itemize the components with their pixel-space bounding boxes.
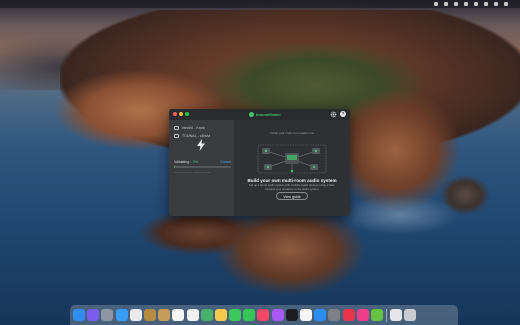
reminders-icon[interactable]	[186, 309, 199, 321]
window-titlebar[interactable]: boomeflower ?	[169, 109, 350, 120]
facetime-icon[interactable]	[243, 309, 256, 321]
brand-name: boomeflower	[256, 112, 281, 117]
dock-separator	[386, 308, 387, 322]
dock	[70, 305, 458, 325]
onboarding-panel: Install your multi-room audio now Build …	[234, 120, 350, 216]
tv-icon[interactable]	[285, 309, 298, 321]
launchpad-icon[interactable]	[101, 309, 114, 321]
zoom-window-button[interactable]	[185, 112, 189, 116]
close-window-button[interactable]	[173, 112, 177, 116]
appstore-icon[interactable]	[314, 309, 327, 321]
gear-icon[interactable]	[330, 111, 337, 118]
app-window: boomeflower ? electrX - Knob TOUNA1 - c4…	[169, 109, 350, 216]
search-icon[interactable]	[494, 2, 498, 6]
app-brand: boomeflower	[249, 112, 281, 117]
lightning-bolt-icon	[197, 139, 205, 151]
photos-icon[interactable]	[214, 309, 227, 321]
app-red-icon[interactable]	[342, 309, 355, 321]
app-pink-icon[interactable]	[356, 309, 369, 321]
news-icon[interactable]	[300, 309, 312, 321]
onboarding-description: Set up a home audio system with multiple…	[248, 183, 336, 191]
trash-icon[interactable]	[404, 309, 417, 321]
help-button[interactable]: ?	[340, 111, 346, 117]
contacts-icon[interactable]	[158, 309, 171, 321]
menu-bar	[0, 0, 520, 8]
siri-icon[interactable]	[87, 309, 100, 321]
brand-logo-icon	[249, 112, 254, 117]
device-label: electrX - Knob	[182, 126, 205, 130]
app-green-cube-icon[interactable]	[370, 309, 383, 321]
podcasts-icon[interactable]	[271, 309, 284, 321]
calendar-icon[interactable]	[172, 309, 185, 321]
intro-text: Install your multi-room audio now	[269, 131, 315, 135]
validating-subtext: —————— ——————	[174, 170, 211, 174]
minimize-window-button[interactable]	[179, 112, 183, 116]
maps-icon[interactable]	[200, 309, 213, 321]
validation-progress: Validating... 2% Cancel —————— ——————	[174, 160, 231, 174]
control-center-icon[interactable]	[504, 2, 508, 6]
speaker-device-icon	[174, 126, 179, 130]
menubar-status-icon[interactable]	[444, 2, 448, 6]
messages-icon[interactable]	[229, 309, 242, 321]
validating-percent: 2%	[193, 160, 199, 164]
menubar-status-icon[interactable]	[434, 2, 438, 6]
notes-icon[interactable]	[143, 309, 156, 321]
menubar-status-icon[interactable]	[464, 2, 468, 6]
cancel-validation-link[interactable]: Cancel	[220, 160, 231, 164]
finder-icon[interactable]	[73, 309, 85, 321]
safari-icon[interactable]	[115, 309, 128, 321]
device-row[interactable]: electrX - Knob	[174, 126, 205, 130]
validating-label: Validating...	[174, 160, 193, 164]
wallpaper-sea-foam	[340, 195, 460, 235]
wifi-icon[interactable]	[474, 2, 478, 6]
device-row[interactable]: TOUNA1 - c4bvta	[174, 134, 210, 138]
menubar-status-icon[interactable]	[454, 2, 458, 6]
view-guide-button[interactable]: View guide	[276, 192, 308, 200]
files-icon[interactable]	[389, 309, 402, 321]
photos-app-icon[interactable]	[129, 309, 142, 321]
progress-bar-fill	[174, 166, 176, 168]
battery-icon[interactable]	[484, 2, 488, 6]
device-label: TOUNA1 - c4bvta	[182, 134, 211, 138]
music-icon[interactable]	[257, 309, 270, 321]
system-preferences-icon[interactable]	[328, 309, 341, 321]
speaker-device-icon	[174, 134, 179, 138]
multiroom-diagram-illustration	[257, 144, 327, 174]
progress-bar	[174, 166, 231, 168]
